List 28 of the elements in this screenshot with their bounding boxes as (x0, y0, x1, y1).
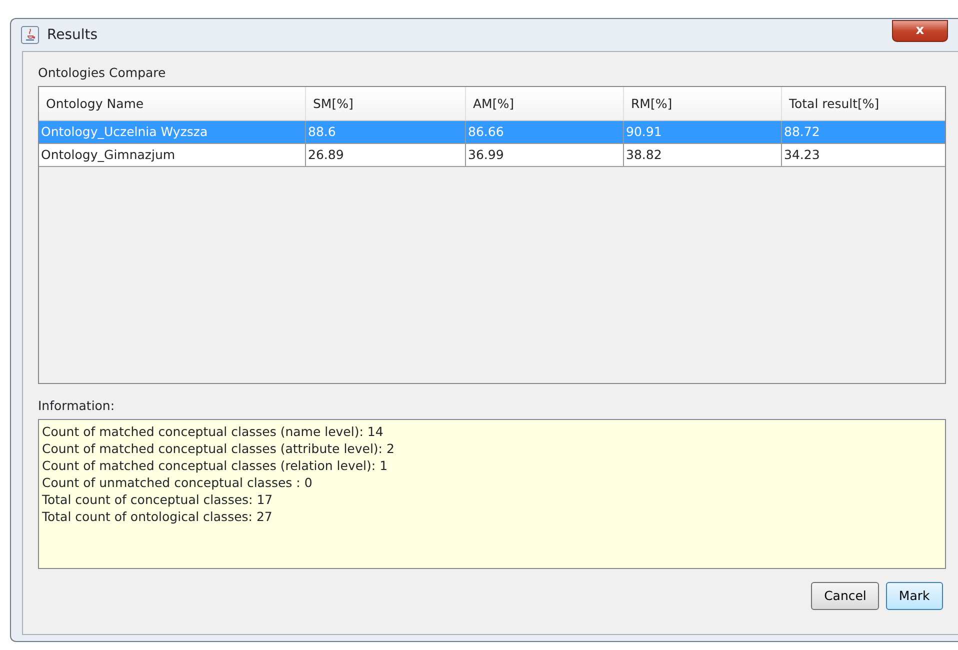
table-cell: Ontology_Gimnazjum (39, 144, 306, 166)
column-header[interactable]: RM[%] (624, 86, 782, 120)
table-cell: 90.91 (624, 120, 782, 143)
column-header[interactable]: Total result[%] (782, 86, 944, 120)
column-header[interactable]: SM[%] (306, 86, 466, 120)
table-cell: 36.99 (466, 144, 624, 166)
table-cell: 38.82 (624, 144, 782, 166)
window-title: Results (47, 26, 98, 44)
dialog-button[interactable]: Mark (886, 582, 943, 610)
close-button[interactable]: x (892, 20, 948, 42)
info-line: Count of matched conceptual classes (name level): 14 (42, 422, 384, 440)
dialog-button[interactable]: Cancel (811, 582, 880, 610)
info-line: Count of matched conceptual classes (attribute level): 2 (42, 440, 396, 456)
info-line: Count of unmatched conceptual classes : 0 (42, 474, 314, 490)
table-row[interactable]: Ontology_Gimnazjum 26.89 36.99 38.82 34.23 (39, 144, 945, 167)
column-header[interactable]: AM[%] (466, 86, 624, 120)
table-cell-text: 34.23 (783, 146, 821, 164)
table-cell: 26.89 (306, 144, 466, 166)
info-line: Total count of ontological classes: 27 (42, 508, 274, 524)
info-line: Count of matched conceptual classes (relation level): 1 (42, 456, 389, 474)
table-cell-text: 88.72 (783, 122, 821, 141)
column-header[interactable]: Ontology Name (39, 86, 306, 120)
table-cell: Ontology_Uczelnia Wyzsza (39, 120, 306, 143)
section-label: Ontologies Compare (38, 64, 167, 82)
info-line: Total count of conceptual classes: 17 (42, 490, 274, 508)
table-cell: 86.66 (466, 120, 624, 143)
section-label: Information: (38, 396, 116, 415)
table-cell: 88.6 (306, 120, 466, 143)
